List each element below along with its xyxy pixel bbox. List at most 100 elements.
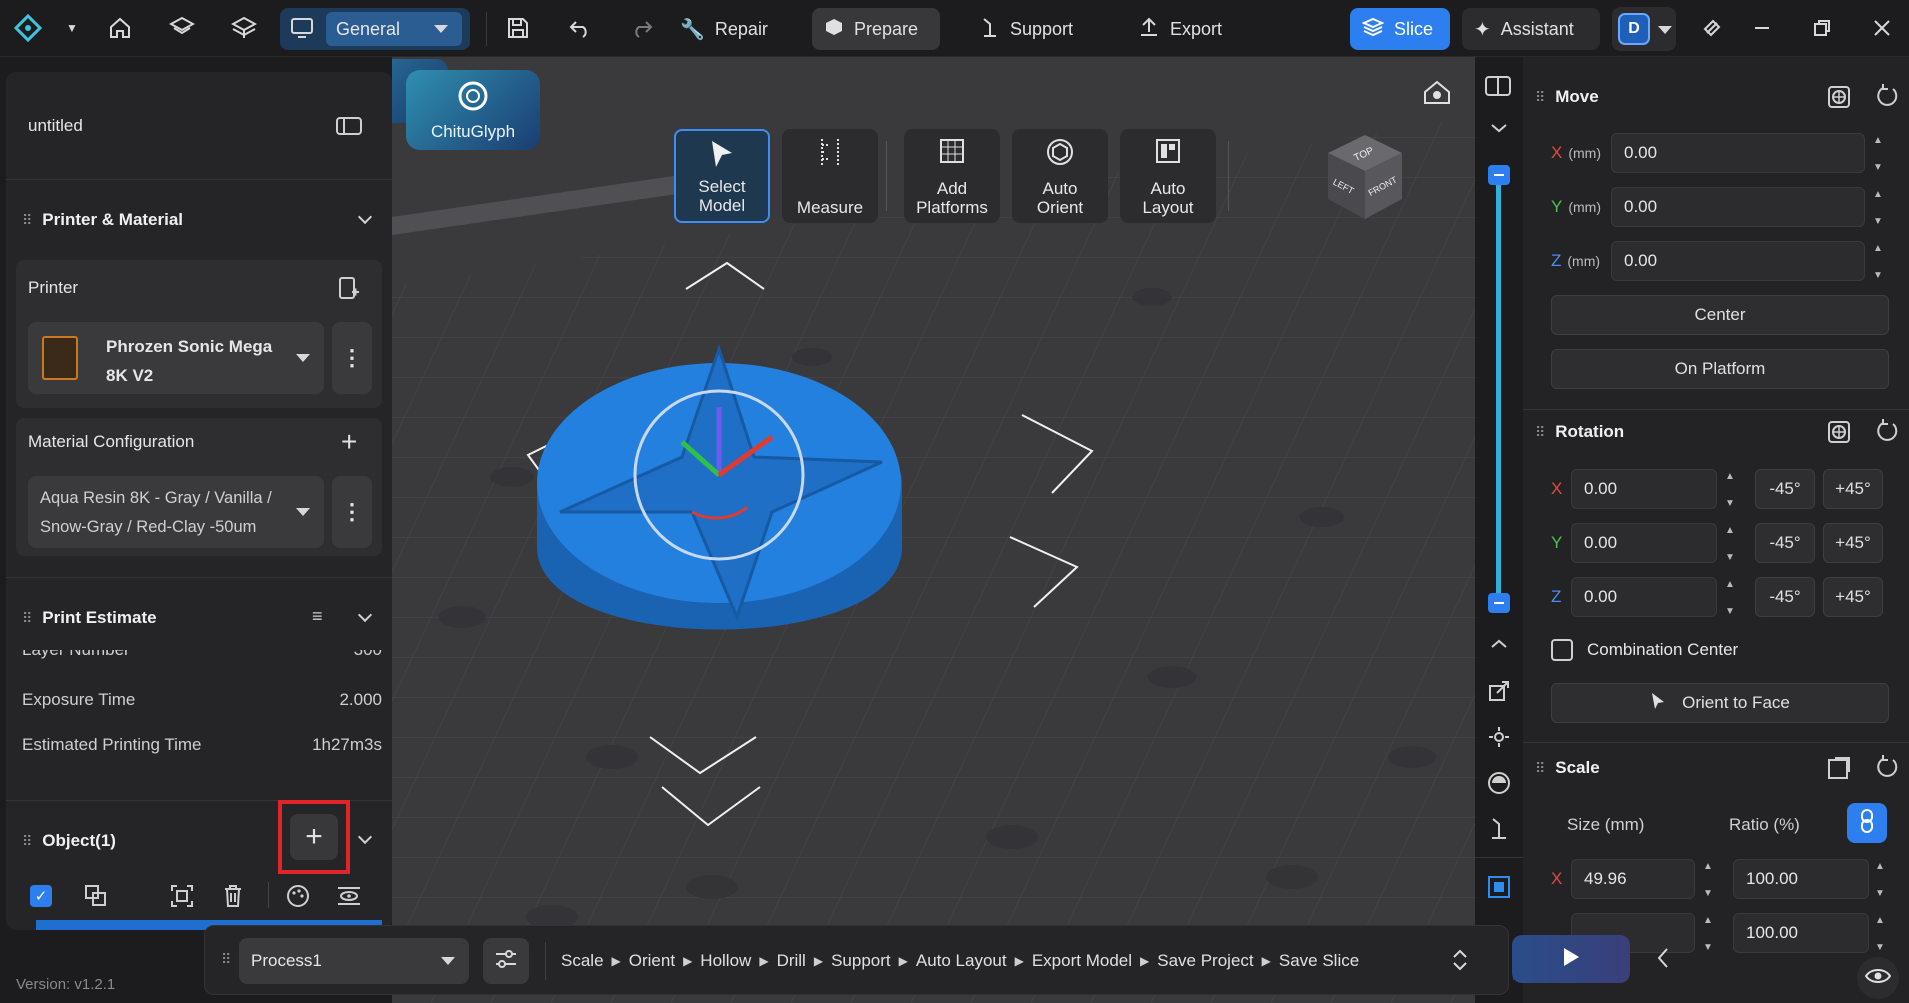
- reset-icon[interactable]: [1875, 83, 1899, 114]
- move-x-input[interactable]: 0.00: [1611, 133, 1865, 173]
- auto-orient-tool[interactable]: Auto Orient: [1012, 129, 1108, 223]
- minimize-icon[interactable]: [1746, 12, 1778, 44]
- prepare-tab[interactable]: Prepare: [812, 8, 940, 50]
- rotate-x-minus45-button[interactable]: -45°: [1755, 469, 1815, 509]
- add-platforms-tool[interactable]: Add Platforms: [904, 129, 1000, 223]
- rotate-y-plus45-button[interactable]: +45°: [1823, 523, 1883, 563]
- chevron-down-icon[interactable]: [357, 607, 373, 623]
- rotate-x-plus45-button[interactable]: +45°: [1823, 469, 1883, 509]
- toggle-panel-icon[interactable]: [336, 116, 362, 141]
- scale-y-ratio-input[interactable]: 100.00: [1733, 913, 1869, 953]
- workspace-dropdown[interactable]: General: [326, 12, 462, 46]
- chevron-up-icon[interactable]: [1490, 637, 1508, 655]
- scale-x-size-input[interactable]: 49.96: [1571, 859, 1695, 899]
- scale-x-size-stepper[interactable]: ▲ ▼: [1703, 861, 1713, 899]
- export-tab[interactable]: Export: [1126, 8, 1234, 50]
- chevron-down-icon[interactable]: [357, 209, 373, 225]
- duplicate-icon[interactable]: [84, 884, 108, 913]
- workspace-selector[interactable]: General: [280, 8, 470, 50]
- orient-to-face-button[interactable]: Orient to Face: [1551, 683, 1889, 723]
- rotation-z-stepper[interactable]: ▲ ▼: [1725, 579, 1735, 617]
- app-logo-icon[interactable]: [12, 12, 44, 44]
- auto-layout-tool[interactable]: Auto Layout: [1120, 129, 1216, 223]
- move-y-input[interactable]: 0.00: [1611, 187, 1865, 227]
- avatar[interactable]: D: [1618, 13, 1650, 45]
- model-select-icon[interactable]: [1487, 875, 1511, 904]
- rotation-y-stepper[interactable]: ▲ ▼: [1725, 525, 1735, 563]
- process-dropdown[interactable]: Process1: [239, 938, 469, 984]
- step-auto-layout[interactable]: Auto Layout: [916, 951, 1007, 971]
- fit-scale-icon[interactable]: [1827, 756, 1851, 785]
- home-view-icon[interactable]: [1422, 79, 1452, 110]
- home-icon[interactable]: [104, 12, 136, 44]
- rotation-x-stepper[interactable]: ▲ ▼: [1725, 471, 1735, 509]
- rotate-z-plus45-button[interactable]: +45°: [1823, 577, 1883, 617]
- printer-settings-icon[interactable]: [166, 12, 198, 44]
- printer-config-icon[interactable]: [338, 276, 360, 305]
- step-scale[interactable]: Scale: [561, 951, 604, 971]
- add-object-button[interactable]: +: [290, 814, 338, 860]
- center-button[interactable]: Center: [1551, 295, 1889, 335]
- rotate-tool-icon[interactable]: [1487, 725, 1511, 754]
- lock-ratio-button[interactable]: [1847, 803, 1887, 843]
- layer-range-track[interactable]: [1496, 175, 1501, 605]
- notification-icon[interactable]: [1696, 12, 1728, 44]
- reset-icon[interactable]: [1875, 754, 1899, 785]
- scale-x-ratio-stepper[interactable]: ▲ ▼: [1875, 861, 1885, 899]
- undo-icon[interactable]: [564, 12, 596, 44]
- step-save-project[interactable]: Save Project: [1157, 951, 1253, 971]
- visibility-list-icon[interactable]: [336, 884, 362, 913]
- layer-slider-top-handle[interactable]: [1488, 165, 1510, 185]
- list-icon[interactable]: ≡: [312, 606, 323, 627]
- move-z-stepper[interactable]: ▲ ▼: [1873, 243, 1883, 281]
- delete-icon[interactable]: [222, 884, 244, 913]
- step-save-slice[interactable]: Save Slice: [1279, 951, 1359, 971]
- close-icon[interactable]: [1866, 12, 1898, 44]
- globe-icon[interactable]: [1827, 85, 1851, 114]
- move-z-input[interactable]: 0.00: [1611, 241, 1865, 281]
- step-export-model[interactable]: Export Model: [1032, 951, 1132, 971]
- add-material-icon[interactable]: +: [341, 428, 357, 456]
- rotate-y-minus45-button[interactable]: -45°: [1755, 523, 1815, 563]
- rotation-x-input[interactable]: 0.00: [1571, 469, 1717, 509]
- select-model-tool[interactable]: Select Model: [674, 129, 770, 223]
- visibility-toggle-button[interactable]: [1857, 957, 1899, 999]
- process-settings-button[interactable]: [483, 938, 529, 984]
- support-tab[interactable]: Support: [968, 8, 1085, 50]
- move-y-stepper[interactable]: ▲ ▼: [1873, 189, 1883, 227]
- assistant-button[interactable]: ✦ Assistant: [1462, 8, 1600, 50]
- scale-y-size-stepper[interactable]: ▲ ▼: [1703, 915, 1713, 953]
- print-estimate-header[interactable]: ⠿ Print Estimate ≡: [22, 606, 382, 628]
- rotation-z-input[interactable]: 0.00: [1571, 577, 1717, 617]
- app-menu-chevron-icon[interactable]: ▼: [56, 12, 88, 44]
- layers-icon[interactable]: [228, 12, 260, 44]
- panel-toggle-icon[interactable]: [1485, 75, 1511, 102]
- printer-material-header[interactable]: ⠿ Printer & Material: [22, 209, 382, 230]
- step-drill[interactable]: Drill: [777, 951, 806, 971]
- step-hollow[interactable]: Hollow: [700, 951, 751, 971]
- layer-slider-bottom-handle[interactable]: [1488, 593, 1510, 613]
- move-tool-icon[interactable]: [1487, 679, 1511, 708]
- fit-frame-icon[interactable]: [170, 884, 194, 913]
- printer-dropdown[interactable]: Phrozen Sonic Mega 8K V2: [28, 322, 324, 394]
- select-all-checkbox[interactable]: ✓: [30, 885, 52, 907]
- chevron-down-icon[interactable]: [357, 829, 373, 845]
- chevron-down-icon[interactable]: [1490, 121, 1508, 139]
- material-more-button[interactable]: ⋮: [332, 476, 372, 548]
- globe-icon[interactable]: [1827, 420, 1851, 449]
- 3d-viewport[interactable]: Select Model Measure Add Platforms Auto …: [392, 57, 1475, 1003]
- support-tool-icon[interactable]: [1487, 817, 1511, 846]
- combination-center-checkbox-row[interactable]: Combination Center: [1551, 639, 1738, 661]
- account-menu[interactable]: D: [1612, 7, 1676, 51]
- combination-center-checkbox[interactable]: [1551, 639, 1573, 661]
- scale-y-ratio-stepper[interactable]: ▲ ▼: [1875, 915, 1885, 953]
- step-orient[interactable]: Orient: [629, 951, 675, 971]
- on-platform-button[interactable]: On Platform: [1551, 349, 1889, 389]
- move-x-stepper[interactable]: ▲ ▼: [1873, 135, 1883, 173]
- rotation-y-input[interactable]: 0.00: [1571, 523, 1717, 563]
- step-support[interactable]: Support: [831, 951, 891, 971]
- scale-tool-icon[interactable]: [1487, 771, 1511, 800]
- repair-button[interactable]: 🔧 Repair: [668, 8, 780, 50]
- chevron-left-icon[interactable]: [1656, 946, 1670, 975]
- restore-icon[interactable]: [1806, 12, 1838, 44]
